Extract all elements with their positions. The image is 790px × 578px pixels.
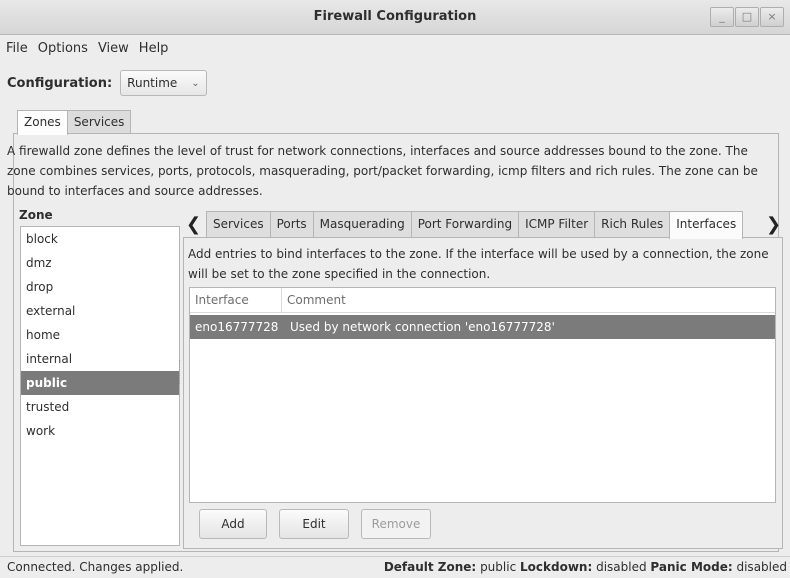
maximize-button[interactable]: □	[735, 7, 759, 27]
tab-port-forwarding[interactable]: Port Forwarding	[410, 211, 520, 237]
tab-masquerading[interactable]: Masquerading	[312, 211, 412, 237]
zone-item-trusted[interactable]: trusted	[21, 395, 179, 419]
window-controls: _ □ ×	[709, 7, 784, 27]
firewall-window: Firewall Configuration _ □ × File Option…	[0, 0, 790, 577]
column-header-interface[interactable]: Interface	[190, 288, 282, 312]
tab-zones[interactable]: Zones	[17, 110, 68, 135]
panic-mode-value: disabled	[736, 560, 787, 574]
window-title: Firewall Configuration	[313, 9, 477, 24]
edit-button[interactable]: Edit	[279, 509, 349, 539]
lockdown-value: disabled	[596, 560, 647, 574]
configuration-value: Runtime	[127, 76, 178, 90]
zone-item-internal[interactable]: internal	[21, 347, 179, 371]
tab-services[interactable]: Services	[66, 110, 132, 133]
minimize-button[interactable]: _	[710, 7, 734, 27]
main-tabs: Zones Services	[17, 110, 132, 135]
chevron-down-icon: ⌄	[191, 77, 200, 89]
menu-help[interactable]: Help	[135, 38, 173, 60]
zone-item-external[interactable]: external	[21, 299, 179, 323]
zone-list[interactable]: block dmz drop external home internal pu…	[20, 226, 180, 546]
close-button[interactable]: ×	[760, 7, 784, 27]
zone-item-dmz[interactable]: dmz	[21, 251, 179, 275]
tab-ports[interactable]: Ports	[269, 211, 314, 237]
zone-item-work[interactable]: work	[21, 419, 179, 443]
interface-action-buttons: Add Edit Remove	[199, 509, 443, 539]
menu-file[interactable]: File	[2, 38, 32, 60]
configuration-row: Configuration: Runtime ⌄	[7, 70, 207, 96]
title-bar[interactable]: Firewall Configuration _ □ ×	[0, 0, 790, 35]
tab-icmp-filter[interactable]: ICMP Filter	[518, 211, 596, 237]
column-header-comment[interactable]: Comment	[282, 288, 346, 312]
remove-button[interactable]: Remove	[361, 509, 431, 539]
menu-options[interactable]: Options	[34, 38, 92, 60]
interfaces-description: Add entries to bind interfaces to the zo…	[188, 247, 769, 281]
tab-interfaces[interactable]: Interfaces	[669, 211, 744, 239]
menu-bar: File Options View Help	[0, 38, 172, 60]
table-row[interactable]: eno16777728 Used by network connection '…	[190, 315, 775, 339]
connection-status: Connected. Changes applied.	[7, 560, 184, 574]
chevron-left-icon[interactable]: ❮	[186, 214, 201, 235]
default-zone-label: Default Zone:	[383, 560, 477, 574]
interface-cell: eno16777728	[195, 320, 279, 334]
configuration-dropdown[interactable]: Runtime ⌄	[120, 70, 207, 96]
menu-view[interactable]: View	[94, 38, 133, 60]
zone-item-block[interactable]: block	[21, 227, 179, 251]
status-bar: Connected. Changes applied. Default Zone…	[0, 556, 790, 578]
zone-item-drop[interactable]: drop	[21, 275, 179, 299]
configuration-label: Configuration:	[7, 75, 113, 91]
add-button[interactable]: Add	[199, 509, 267, 539]
table-header: Interface Comment	[190, 288, 775, 313]
chevron-right-icon[interactable]: ❯	[766, 214, 781, 235]
interfaces-table[interactable]: Interface Comment eno16777728 Used by ne…	[189, 287, 776, 503]
zone-list-header: Zone	[19, 208, 53, 222]
tab-rich-rules[interactable]: Rich Rules	[594, 211, 671, 237]
default-zone-value: public	[480, 560, 517, 574]
tab-zone-services[interactable]: Services	[206, 211, 271, 237]
zone-item-home[interactable]: home	[21, 323, 179, 347]
zone-description: A firewalld zone defines the level of tr…	[7, 144, 758, 198]
zone-item-public[interactable]: public	[21, 371, 179, 395]
comment-cell: Used by network connection 'eno16777728'	[290, 320, 555, 334]
zone-settings-tabs: Services Ports Masquerading Port Forward…	[206, 211, 744, 239]
panic-mode-label: Panic Mode:	[650, 560, 733, 574]
lockdown-label: Lockdown:	[520, 560, 593, 574]
zone-status: Default Zone: public Lockdown: disabled …	[384, 560, 787, 574]
